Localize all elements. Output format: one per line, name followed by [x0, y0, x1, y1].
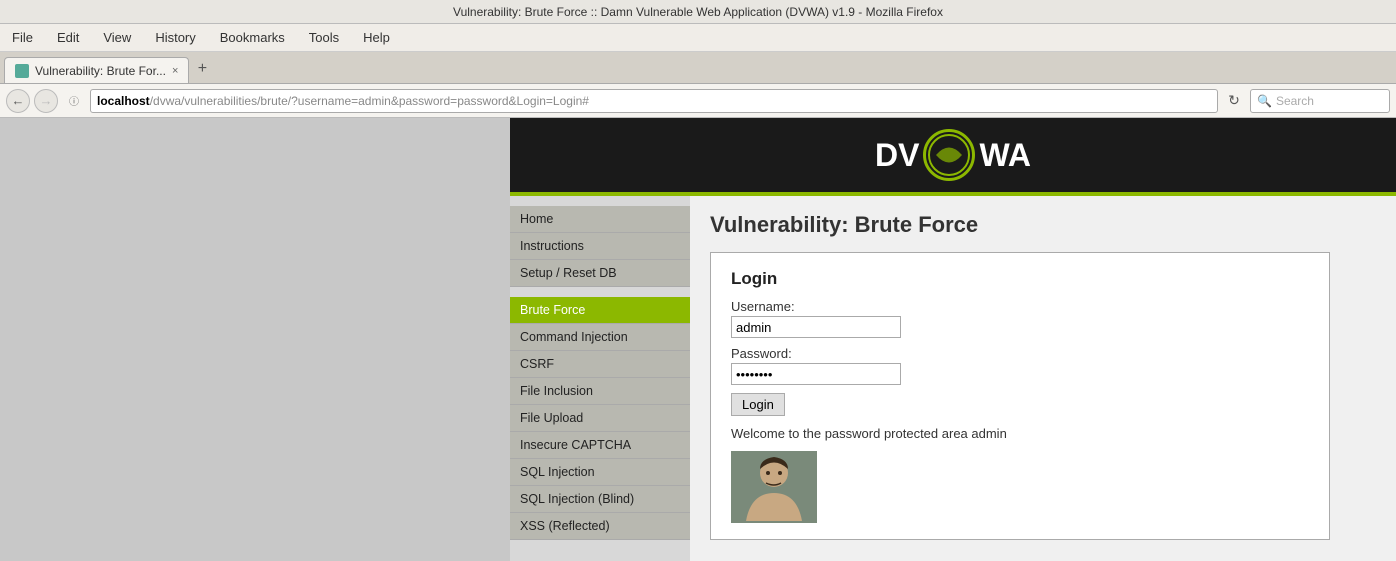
avatar-svg	[731, 451, 817, 523]
active-tab[interactable]: Vulnerability: Brute For... ×	[4, 57, 189, 83]
dvwa-header: DV WA	[510, 118, 1396, 196]
sidebar-item-sql-injection[interactable]: SQL Injection	[510, 459, 690, 486]
search-placeholder: Search	[1276, 94, 1314, 108]
menu-tools[interactable]: Tools	[305, 28, 343, 47]
new-tab-button[interactable]: +	[189, 57, 215, 81]
dvwa-logo-text: DV	[875, 137, 919, 174]
menu-view[interactable]: View	[99, 28, 135, 47]
tab-bar: Vulnerability: Brute For... × +	[0, 52, 1396, 84]
sidebar-item-instructions[interactable]: Instructions	[510, 233, 690, 260]
dvwa-body: Home Instructions Setup / Reset DB Brute…	[510, 196, 1396, 561]
page-title: Vulnerability: Brute Force	[710, 212, 1376, 238]
login-button[interactable]: Login	[731, 393, 785, 416]
avatar	[731, 451, 817, 523]
content-area: DV WA Home Instructions Setup / Reset DB…	[0, 118, 1396, 561]
login-box: Login Username: Password: Login Welcome …	[710, 252, 1330, 540]
menu-bookmarks[interactable]: Bookmarks	[216, 28, 289, 47]
site-info-icon[interactable]: ⓘ	[62, 89, 86, 113]
menu-file[interactable]: File	[8, 28, 37, 47]
tab-favicon	[15, 64, 29, 78]
login-title: Login	[731, 269, 1309, 289]
sidebar-item-sql-injection-blind[interactable]: SQL Injection (Blind)	[510, 486, 690, 513]
url-bar[interactable]: localhost /dvwa/vulnerabilities/brute/?u…	[90, 89, 1218, 113]
sidebar-item-file-inclusion[interactable]: File Inclusion	[510, 378, 690, 405]
back-button[interactable]: ←	[6, 89, 30, 113]
password-input[interactable]	[731, 363, 901, 385]
tab-label: Vulnerability: Brute For...	[35, 64, 166, 78]
sidebar-item-setup[interactable]: Setup / Reset DB	[510, 260, 690, 287]
sidebar-item-csrf[interactable]: CSRF	[510, 351, 690, 378]
sidebar-item-file-upload[interactable]: File Upload	[510, 405, 690, 432]
sidebar-item-insecure-captcha[interactable]: Insecure CAPTCHA	[510, 432, 690, 459]
username-input[interactable]	[731, 316, 901, 338]
dvwa-main: DV WA Home Instructions Setup / Reset DB…	[510, 118, 1396, 561]
menu-help[interactable]: Help	[359, 28, 394, 47]
refresh-button[interactable]: ↻	[1222, 89, 1246, 113]
url-path: /dvwa/vulnerabilities/brute/?username=ad…	[150, 94, 589, 108]
dvwa-content: Vulnerability: Brute Force Login Usernam…	[690, 196, 1396, 561]
welcome-text: Welcome to the password protected area a…	[731, 426, 1309, 441]
dvwa-logo: DV WA	[875, 129, 1031, 181]
menu-edit[interactable]: Edit	[53, 28, 83, 47]
forward-button[interactable]: →	[34, 89, 58, 113]
sidebar-item-home[interactable]: Home	[510, 206, 690, 233]
url-domain: localhost	[97, 94, 150, 108]
left-panel	[0, 118, 510, 561]
menu-bar: File Edit View History Bookmarks Tools H…	[0, 24, 1396, 52]
username-label: Username:	[731, 299, 1309, 314]
dvwa-logo-svg	[926, 132, 972, 178]
tab-close-button[interactable]: ×	[172, 65, 178, 77]
dvwa-logo-text2: WA	[979, 137, 1031, 174]
sidebar-item-xss-reflected[interactable]: XSS (Reflected)	[510, 513, 690, 540]
menu-history[interactable]: History	[151, 28, 199, 47]
password-label: Password:	[731, 346, 1309, 361]
search-box[interactable]: 🔍 Search	[1250, 89, 1390, 113]
sidebar-item-brute-force[interactable]: Brute Force	[510, 297, 690, 324]
dvwa-logo-circle	[923, 129, 975, 181]
dvwa-sidebar: Home Instructions Setup / Reset DB Brute…	[510, 196, 690, 561]
window-title: Vulnerability: Brute Force :: Damn Vulne…	[453, 5, 943, 19]
sidebar-gap	[510, 287, 690, 297]
search-icon: 🔍	[1257, 94, 1272, 108]
sidebar-item-command-injection[interactable]: Command Injection	[510, 324, 690, 351]
title-bar: Vulnerability: Brute Force :: Damn Vulne…	[0, 0, 1396, 24]
address-bar: ← → ⓘ localhost /dvwa/vulnerabilities/br…	[0, 84, 1396, 118]
